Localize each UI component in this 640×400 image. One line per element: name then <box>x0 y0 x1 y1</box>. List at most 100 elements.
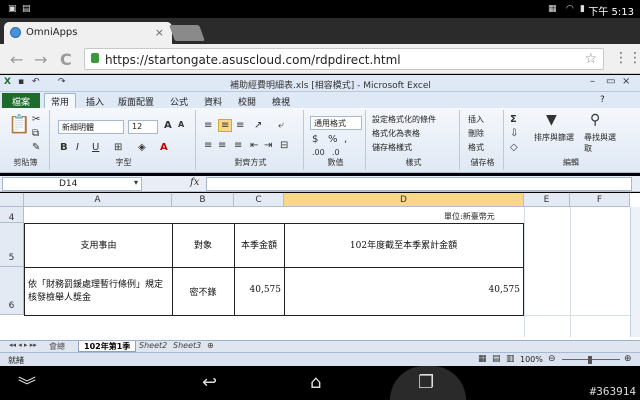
address-bar[interactable]: https://startongate.asuscloud.com/rdpdir… <box>84 48 604 70</box>
data-cell-cumulative[interactable]: 40,575 <box>284 267 524 316</box>
column-header-a[interactable]: A <box>24 193 172 207</box>
font-color-icon[interactable]: A <box>160 142 168 153</box>
autosum-icon[interactable]: Σ <box>510 114 517 125</box>
cell-styles-button[interactable]: 儲存格樣式 <box>372 142 412 153</box>
fill-icon[interactable]: ⇩ <box>510 128 518 139</box>
restore-icon[interactable]: ▭ <box>606 76 615 87</box>
column-header-e[interactable]: E <box>524 193 570 207</box>
sheet-tab-sheet2[interactable]: Sheet2 <box>134 341 172 352</box>
new-tab-button[interactable] <box>169 25 205 41</box>
cut-icon[interactable]: ✂ <box>32 114 40 125</box>
header-cell-quarter-amount[interactable]: 本季金額 <box>234 223 285 268</box>
format-as-table-button[interactable]: 格式化為表格 <box>372 128 420 139</box>
tab-data[interactable]: 資料 <box>204 95 222 108</box>
tab-review[interactable]: 校閱 <box>238 95 256 108</box>
data-cell-quarter-amount[interactable]: 40,575 <box>234 267 285 316</box>
insert-function-icon[interactable]: fx <box>190 177 199 188</box>
orientation-icon[interactable]: ↗ <box>254 120 262 131</box>
wrap-text-icon[interactable]: ⤶ <box>278 120 284 131</box>
align-left-icon[interactable]: ≡ <box>204 140 212 151</box>
tab-file[interactable]: 檔案 <box>2 93 40 108</box>
select-all-corner[interactable] <box>0 193 24 207</box>
row-header-5[interactable]: 5 <box>0 223 24 267</box>
clear-icon[interactable]: ◇ <box>510 142 518 153</box>
italic-icon[interactable]: I <box>76 142 79 153</box>
forward-arrow-icon[interactable]: → <box>34 50 47 69</box>
column-header-f[interactable]: F <box>570 193 630 207</box>
home-icon[interactable]: ⌂ <box>310 372 321 393</box>
name-box-dropdown-icon[interactable]: ▾ <box>134 178 138 187</box>
page-layout-view-icon[interactable]: ▤ <box>492 354 501 364</box>
sort-filter-icon[interactable]: ▼ <box>546 112 557 128</box>
keyboard-hide-icon[interactable]: ︾ <box>18 372 36 398</box>
format-painter-icon[interactable]: ✎ <box>32 142 40 153</box>
row-header-6[interactable]: 6 <box>0 267 24 315</box>
reload-icon[interactable]: C <box>60 50 72 69</box>
recent-apps-icon[interactable]: ❐ <box>418 372 434 393</box>
number-format-combo[interactable]: 通用格式 <box>310 116 362 130</box>
bookmark-star-icon[interactable]: ☆ <box>584 51 597 67</box>
find-select-button[interactable]: 尋找與選取 <box>584 132 620 154</box>
tab-view[interactable]: 檢視 <box>272 95 290 108</box>
shrink-font-icon[interactable]: A <box>178 120 184 129</box>
increase-decimal-icon[interactable]: .00 <box>312 148 325 157</box>
formula-input[interactable] <box>206 177 632 191</box>
tab-page-layout[interactable]: 版面配置 <box>118 95 154 108</box>
format-cells-button[interactable]: 格式 <box>468 142 484 153</box>
menu-icon[interactable]: ⋮ <box>628 50 640 66</box>
new-sheet-icon[interactable]: ⊕ <box>202 341 219 352</box>
sheet-tab-summary[interactable]: 會總 <box>44 341 70 352</box>
comma-style-icon[interactable]: , <box>344 134 347 145</box>
close-window-icon[interactable]: × <box>622 76 630 87</box>
decrease-decimal-icon[interactable]: .0 <box>332 148 340 157</box>
column-header-c[interactable]: C <box>234 193 284 207</box>
back-icon[interactable]: ↩ <box>202 372 217 393</box>
zoom-in-icon[interactable]: ⊕ <box>624 354 632 364</box>
sheet-tab-q1[interactable]: 102年第1季 <box>78 341 137 352</box>
find-select-icon[interactable]: ⚲ <box>590 112 600 128</box>
tab-formulas[interactable]: 公式 <box>170 95 188 108</box>
align-right-icon[interactable]: ≡ <box>234 140 242 151</box>
align-top-icon[interactable]: ≡ <box>204 120 212 131</box>
column-header-b[interactable]: B <box>172 193 234 207</box>
align-bottom-icon[interactable]: ≡ <box>236 120 244 131</box>
grow-font-icon[interactable]: A <box>164 120 172 131</box>
page-break-view-icon[interactable]: ▥ <box>506 354 515 364</box>
sort-filter-button[interactable]: 排序與篩選 <box>534 132 574 143</box>
decrease-indent-icon[interactable]: ⇤ <box>250 140 258 151</box>
help-icon[interactable]: ? <box>600 95 605 105</box>
zoom-slider-thumb[interactable] <box>588 356 592 364</box>
sheet-nav-arrows-icon[interactable]: ◂◂ ◂ ▸ ▸▸ <box>4 341 42 352</box>
undo-icon[interactable]: ↶ <box>32 77 40 87</box>
accounting-format-icon[interactable]: $ <box>312 134 318 145</box>
tab-insert[interactable]: 插入 <box>86 95 104 108</box>
align-middle-icon[interactable]: ≡ <box>218 119 233 132</box>
borders-icon[interactable]: ⊞ <box>114 142 122 153</box>
header-cell-reason[interactable]: 支用事由 <box>24 223 173 268</box>
column-header-d[interactable]: D <box>284 193 524 207</box>
insert-cells-button[interactable]: 插入 <box>468 114 484 125</box>
tab-close-icon[interactable]: × <box>155 26 164 39</box>
underline-icon[interactable]: U <box>92 142 99 153</box>
tab-home[interactable]: 常用 <box>44 93 77 108</box>
header-cell-target[interactable]: 對象 <box>172 223 235 268</box>
browser-tab[interactable]: OmniApps × <box>4 22 172 44</box>
zoom-out-icon[interactable]: ⊖ <box>548 354 556 364</box>
conditional-formatting-button[interactable]: 設定格式化的條件 <box>372 114 436 125</box>
vertical-scrollbar[interactable] <box>630 207 640 337</box>
copy-icon[interactable]: ⧉ <box>32 128 39 139</box>
paste-icon[interactable]: 📋 <box>8 114 30 135</box>
row-header-4[interactable]: 4 <box>0 207 24 223</box>
save-icon[interactable]: ▪ <box>18 77 24 87</box>
sheet-tab-sheet3[interactable]: Sheet3 <box>168 341 206 352</box>
align-center-icon[interactable]: ≡ <box>218 140 226 151</box>
redo-icon[interactable]: ↷ <box>58 77 66 87</box>
header-cell-cumulative[interactable]: 102年度截至本季累計金額 <box>284 223 524 268</box>
merge-center-icon[interactable]: ⊟ <box>280 140 288 151</box>
increase-indent-icon[interactable]: ⇥ <box>264 140 272 151</box>
data-cell-reason[interactable]: 依「財務罰鍰處理暫行條例」規定核發檢舉人獎金 <box>24 267 173 316</box>
microphone-icon[interactable]: ⋮ <box>614 50 628 66</box>
back-arrow-icon[interactable]: ← <box>10 50 23 69</box>
percent-icon[interactable]: % <box>328 134 338 145</box>
bold-icon[interactable]: B <box>60 142 68 153</box>
